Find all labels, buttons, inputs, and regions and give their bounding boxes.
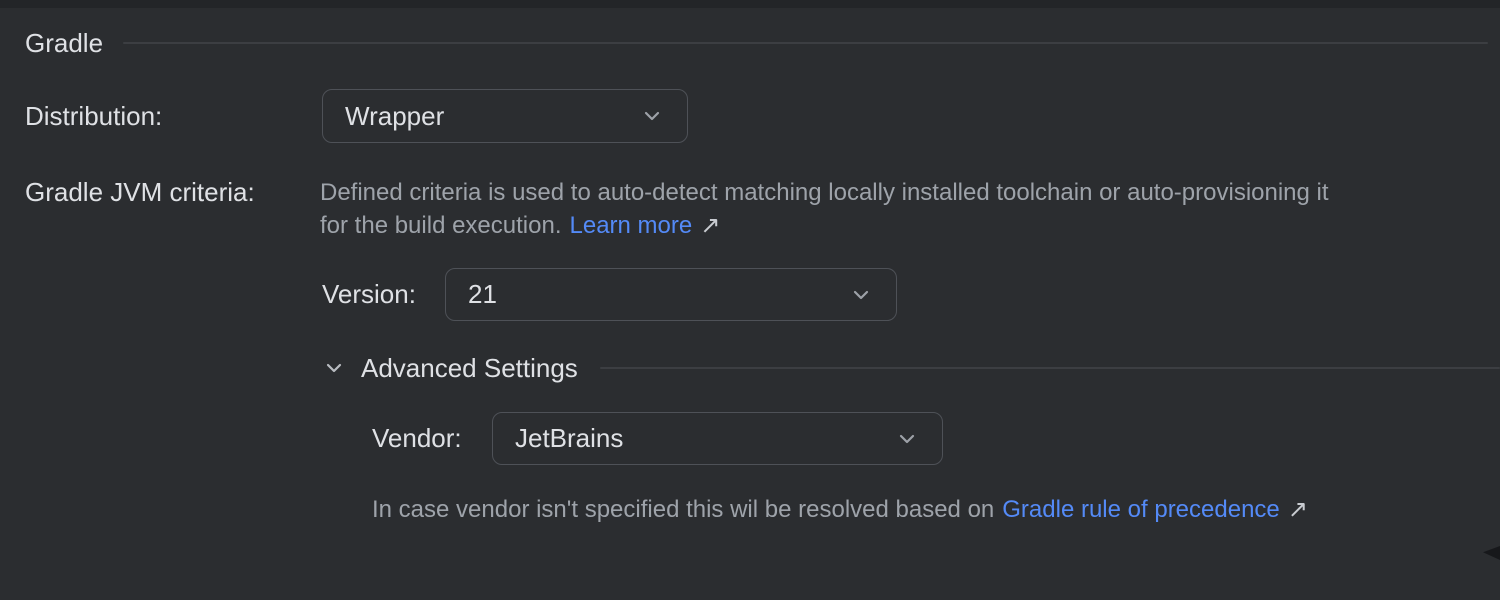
section-divider [123, 42, 1488, 44]
jvm-criteria-label: Gradle JVM criteria: [25, 176, 255, 209]
version-dropdown[interactable]: 21 [445, 268, 897, 321]
vendor-dropdown-value: JetBrains [515, 423, 896, 454]
version-label: Version: [322, 268, 416, 321]
gradle-settings-panel: Gradle Distribution: Wrapper Gradle JVM … [0, 0, 1500, 600]
jvm-criteria-description-line1: Defined criteria is used to auto-detect … [320, 176, 1329, 209]
distribution-dropdown-value: Wrapper [345, 101, 641, 132]
jvm-criteria-description: Defined criteria is used to auto-detect … [320, 176, 1329, 242]
advanced-settings-title: Advanced Settings [361, 353, 578, 384]
vendor-note-text: In case vendor isn't specified this wil … [372, 496, 994, 524]
external-link-arrow-icon: ↗ [1288, 495, 1308, 524]
jvm-criteria-description-line2: for the build execution. Learn more ↗ [320, 209, 1329, 242]
distribution-dropdown[interactable]: Wrapper [322, 89, 688, 143]
vendor-label: Vendor: [372, 412, 462, 465]
chevron-down-icon [896, 428, 918, 450]
vendor-dropdown[interactable]: JetBrains [492, 412, 943, 465]
section-title: Gradle [25, 28, 103, 59]
advanced-settings-toggle[interactable]: Advanced Settings [323, 352, 1500, 384]
chevron-down-icon [641, 105, 663, 127]
top-edge-divider [0, 0, 1500, 8]
external-link-arrow-icon: ↗ [700, 209, 720, 242]
version-dropdown-value: 21 [468, 279, 850, 310]
chevron-down-icon [323, 357, 345, 379]
advanced-settings-divider [600, 367, 1500, 369]
vendor-note: In case vendor isn't specified this wil … [372, 495, 1308, 524]
gradle-rule-of-precedence-link[interactable]: Gradle rule of precedence [1002, 496, 1280, 524]
gradle-section-header: Gradle [25, 28, 1488, 58]
learn-more-link[interactable]: Learn more [570, 209, 693, 242]
chevron-down-icon [850, 284, 872, 306]
cursor-artifact [1483, 546, 1500, 560]
jvm-criteria-description-line2-text: for the build execution. [320, 209, 562, 242]
distribution-label: Distribution: [25, 89, 162, 143]
